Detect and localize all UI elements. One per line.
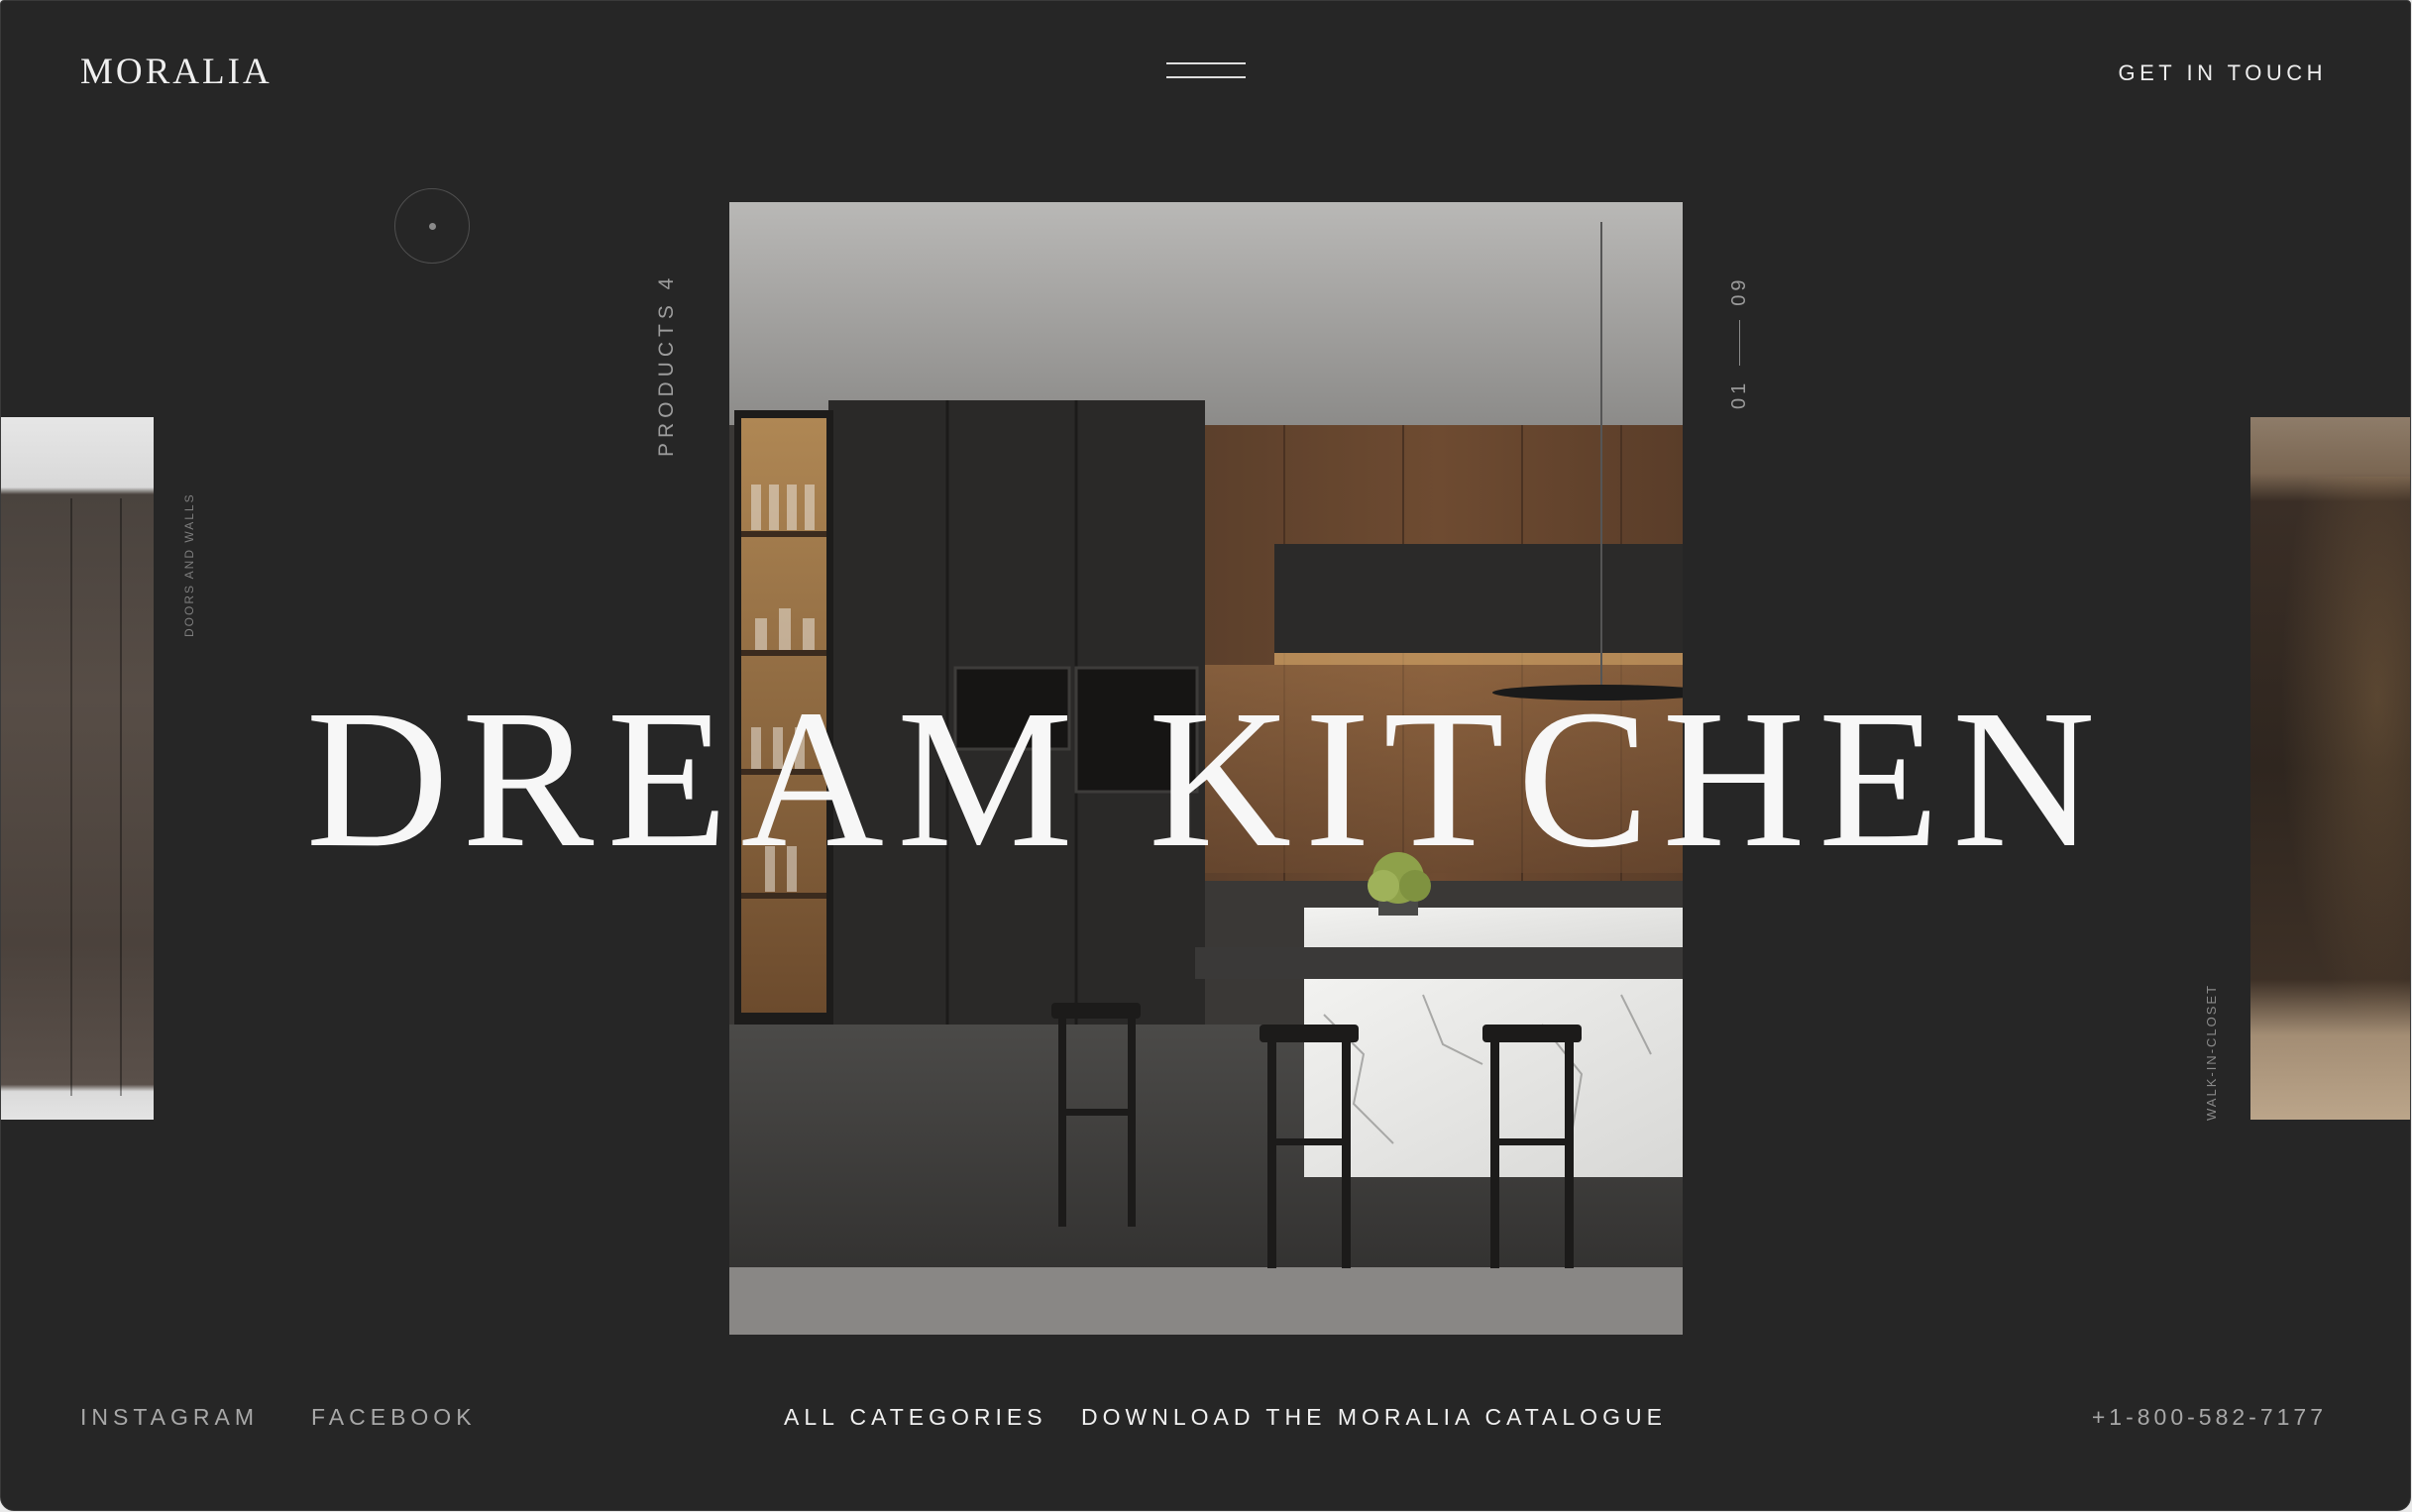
circle-dot-icon[interactable] — [394, 188, 470, 264]
page-frame: MORALIA GET IN TOUCH DOORS AND WALLS WAL… — [0, 0, 2411, 1511]
get-in-touch-link[interactable]: GET IN TOUCH — [2119, 60, 2327, 86]
slide-counter: 01 09 — [1728, 276, 1751, 410]
menu-line — [1166, 76, 1246, 78]
phone-number[interactable]: +1-800-582-7177 — [2092, 1404, 2327, 1431]
indicator-dot — [429, 223, 436, 230]
logo[interactable]: MORALIA — [80, 51, 273, 93]
next-category-label[interactable]: WALK-IN-CLOSET — [2204, 984, 2219, 1121]
counter-separator — [1739, 319, 1740, 366]
download-catalogue-link[interactable]: DOWNLOAD THE MORALIA CATALOGUE — [1081, 1404, 1667, 1431]
hamburger-menu-icon[interactable] — [1166, 60, 1246, 84]
all-categories-link[interactable]: ALL CATEGORIES — [784, 1404, 1047, 1431]
instagram-link[interactable]: INSTAGRAM — [80, 1404, 259, 1431]
slide-current: 01 — [1728, 378, 1750, 409]
products-count: PRODUCTS 4 — [655, 272, 678, 457]
menu-line — [1166, 62, 1246, 64]
slide-title: DREAM KITCHEN — [305, 670, 2109, 889]
facebook-link[interactable]: FACEBOOK — [311, 1404, 477, 1431]
previous-category-label[interactable]: DOORS AND WALLS — [182, 492, 196, 637]
slide-total: 09 — [1728, 275, 1750, 306]
